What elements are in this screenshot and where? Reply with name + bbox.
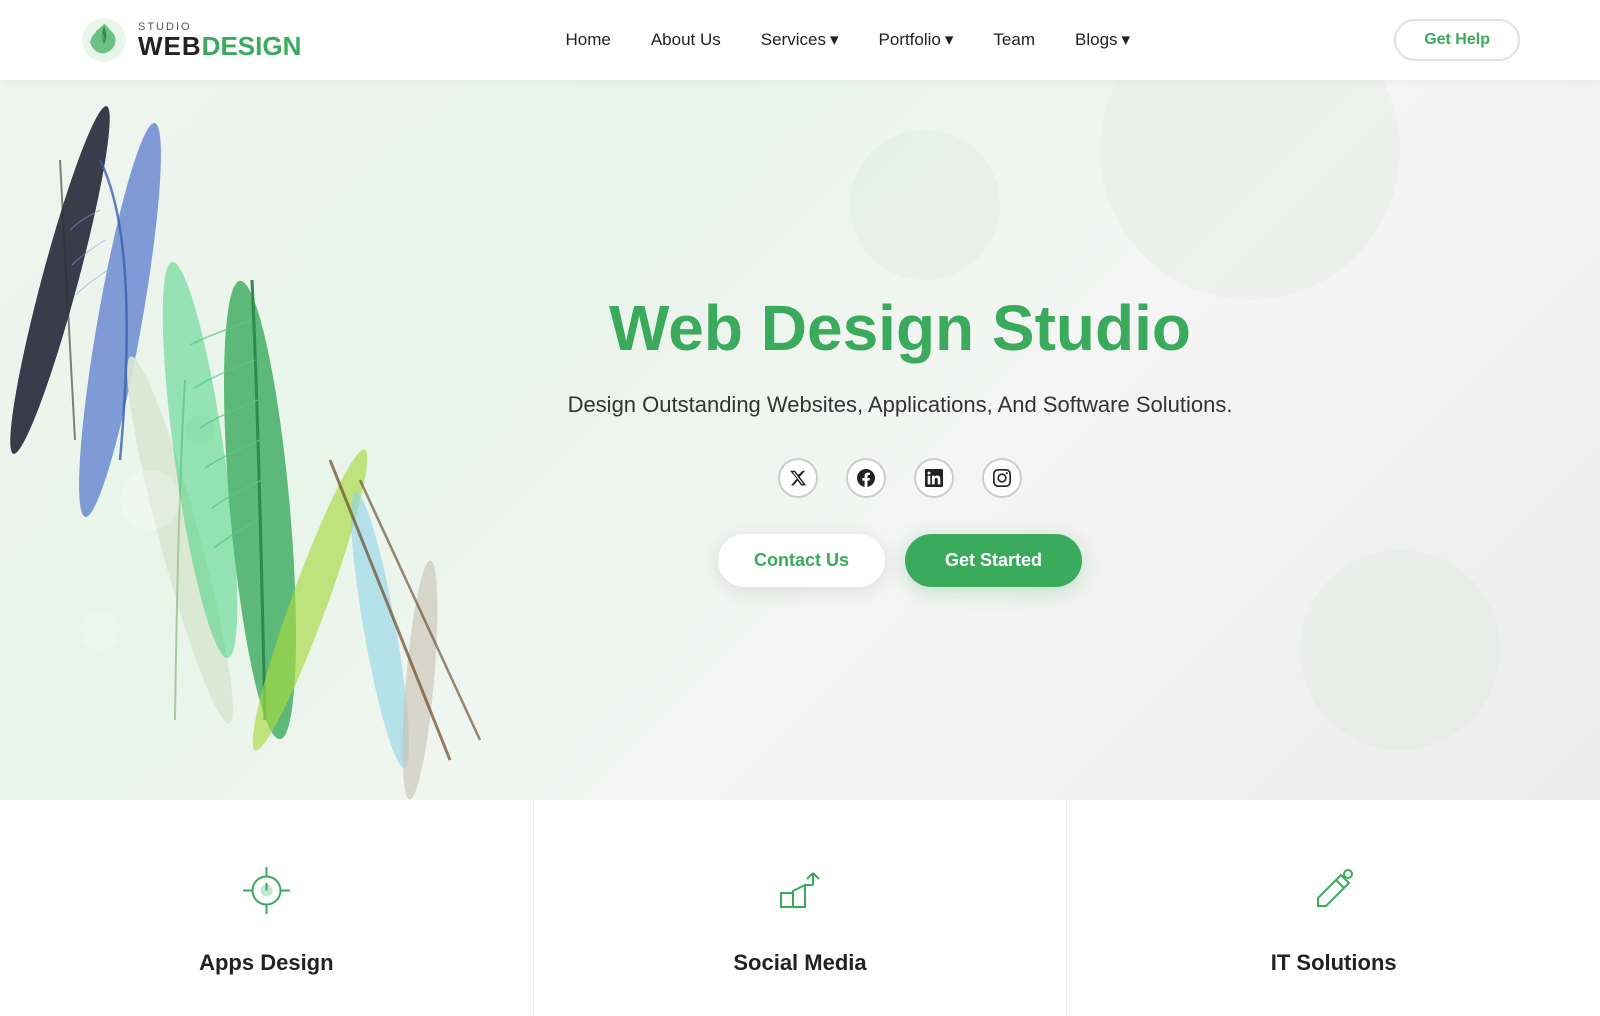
nav-about-link[interactable]: About Us bbox=[651, 30, 721, 49]
feather-illustration bbox=[0, 80, 520, 800]
nav-blogs-label: Blogs bbox=[1075, 30, 1118, 50]
linkedin-icon[interactable] bbox=[914, 458, 954, 498]
services-chevron-icon: ▾ bbox=[830, 30, 839, 50]
twitter-icon[interactable] bbox=[778, 458, 818, 498]
nav-home[interactable]: Home bbox=[565, 30, 610, 50]
navbar: STUDIO WEB DESIGN Home About Us Services… bbox=[0, 0, 1600, 80]
nav-about[interactable]: About Us bbox=[651, 30, 721, 50]
service-card-apps: Apps Design bbox=[0, 800, 534, 1016]
logo-icon bbox=[80, 16, 128, 64]
hero-section: Web Design Studio Design Outstanding Web… bbox=[0, 80, 1600, 800]
nav-portfolio-label: Portfolio bbox=[879, 30, 941, 50]
nav-portfolio[interactable]: Portfolio ▾ bbox=[879, 30, 954, 50]
apps-design-title: Apps Design bbox=[199, 950, 333, 976]
nav-home-link[interactable]: Home bbox=[565, 30, 610, 49]
blogs-chevron-icon: ▾ bbox=[1122, 30, 1131, 50]
portfolio-chevron-icon: ▾ bbox=[945, 30, 954, 50]
contact-us-button[interactable]: Contact Us bbox=[718, 534, 885, 587]
it-solutions-icon bbox=[1304, 860, 1364, 920]
apps-design-icon bbox=[236, 860, 296, 920]
logo[interactable]: STUDIO WEB DESIGN bbox=[80, 16, 301, 64]
get-help-button[interactable]: Get Help bbox=[1394, 19, 1520, 61]
bg-circle-2 bbox=[1300, 550, 1500, 750]
social-media-icon bbox=[770, 860, 830, 920]
logo-design-label: DESIGN bbox=[202, 33, 302, 59]
nav-team[interactable]: Team bbox=[993, 30, 1035, 50]
service-card-it: IT Solutions bbox=[1067, 800, 1600, 1016]
facebook-icon[interactable] bbox=[846, 458, 886, 498]
hero-buttons: Contact Us Get Started bbox=[568, 534, 1233, 587]
logo-web-label: WEB bbox=[138, 33, 202, 59]
services-section: Apps Design Social Media IT Solutions bbox=[0, 800, 1600, 1016]
instagram-icon[interactable] bbox=[982, 458, 1022, 498]
hero-content: Web Design Studio Design Outstanding Web… bbox=[568, 293, 1233, 588]
nav-links: Home About Us Services ▾ Portfolio ▾ Tea… bbox=[565, 30, 1130, 50]
service-card-social: Social Media bbox=[534, 800, 1068, 1016]
social-media-title: Social Media bbox=[733, 950, 866, 976]
nav-services-label: Services bbox=[761, 30, 826, 50]
nav-team-link[interactable]: Team bbox=[993, 30, 1035, 49]
it-solutions-title: IT Solutions bbox=[1271, 950, 1397, 976]
bg-circle-3 bbox=[850, 130, 1000, 280]
bg-circle-1 bbox=[1100, 80, 1400, 300]
nav-blogs[interactable]: Blogs ▾ bbox=[1075, 30, 1130, 50]
hero-title: Web Design Studio bbox=[568, 293, 1233, 363]
hero-subtitle: Design Outstanding Websites, Application… bbox=[568, 387, 1233, 422]
logo-text: STUDIO WEB DESIGN bbox=[138, 22, 301, 59]
get-started-button[interactable]: Get Started bbox=[905, 534, 1082, 587]
nav-services[interactable]: Services ▾ bbox=[761, 30, 839, 50]
social-icons-row bbox=[568, 458, 1233, 498]
